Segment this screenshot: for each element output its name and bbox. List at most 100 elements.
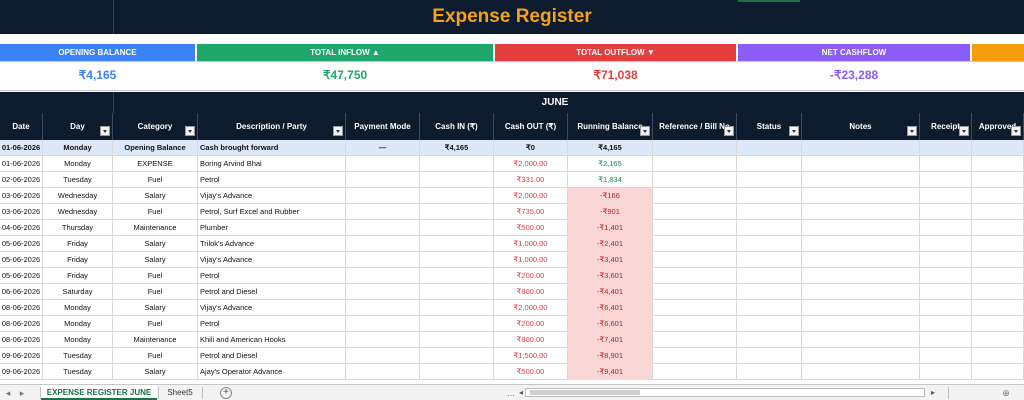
table-row[interactable]: 08-06-2026 Monday Maintenance Khili and Ame… bbox=[0, 332, 1024, 348]
table-cell[interactable]: Maintenance bbox=[113, 332, 198, 348]
column-header[interactable]: Reference / Bill No bbox=[653, 113, 737, 140]
table-row[interactable]: 05-06-2026 Friday Salary Trilok's Advance ₹1… bbox=[0, 236, 1024, 252]
table-cell[interactable]: -₹2,401 bbox=[568, 236, 653, 252]
table-row[interactable]: 09-06-2026 Tuesday Fuel Petrol and Diesel ₹1… bbox=[0, 348, 1024, 364]
table-cell[interactable] bbox=[420, 236, 494, 252]
table-cell[interactable] bbox=[420, 188, 494, 204]
table-cell[interactable] bbox=[920, 300, 972, 316]
table-cell[interactable]: — bbox=[346, 140, 420, 156]
table-cell[interactable]: Trilok's Advance bbox=[198, 236, 346, 252]
table-cell[interactable]: Ajay's Operator Advance bbox=[198, 364, 346, 380]
table-cell[interactable]: Tuesday bbox=[43, 348, 113, 364]
table-row[interactable]: 08-06-2026 Monday Salary Vijay's Advance ₹2,… bbox=[0, 300, 1024, 316]
table-cell[interactable]: Vijay's Advance bbox=[198, 188, 346, 204]
table-cell[interactable] bbox=[802, 284, 920, 300]
table-cell[interactable] bbox=[346, 172, 420, 188]
table-cell[interactable]: Petrol bbox=[198, 172, 346, 188]
table-cell[interactable] bbox=[802, 252, 920, 268]
table-cell[interactable] bbox=[972, 188, 1024, 204]
table-cell[interactable] bbox=[737, 348, 802, 364]
table-row[interactable]: 05-06-2026 Friday Fuel Petrol ₹200.00 -₹3,601 bbox=[0, 268, 1024, 284]
table-cell[interactable] bbox=[737, 140, 802, 156]
filter-dropdown-icon[interactable] bbox=[1011, 126, 1021, 136]
column-header[interactable]: Category bbox=[113, 113, 198, 140]
scroll-right-button[interactable]: ▸ bbox=[928, 387, 938, 398]
table-cell[interactable] bbox=[972, 284, 1024, 300]
table-cell[interactable]: Fuel bbox=[113, 348, 198, 364]
table-cell[interactable]: ₹735.00 bbox=[494, 204, 568, 220]
table-cell[interactable] bbox=[346, 188, 420, 204]
table-row[interactable]: 05-06-2026 Friday Salary Vijay's Advance ₹1,… bbox=[0, 252, 1024, 268]
table-cell[interactable]: 05-06-2026 bbox=[0, 252, 43, 268]
table-cell[interactable]: Petrol bbox=[198, 268, 346, 284]
table-cell[interactable] bbox=[802, 268, 920, 284]
table-row[interactable]: 03-06-2026 Wednesday Salary Vijay's Advance… bbox=[0, 188, 1024, 204]
table-cell[interactable] bbox=[653, 300, 737, 316]
table-cell[interactable]: -₹1,401 bbox=[568, 220, 653, 236]
table-cell[interactable]: Fuel bbox=[113, 284, 198, 300]
table-cell[interactable] bbox=[346, 236, 420, 252]
table-cell[interactable]: Petrol, Surf Excel and Rubber bbox=[198, 204, 346, 220]
table-cell[interactable] bbox=[653, 284, 737, 300]
table-cell[interactable] bbox=[972, 316, 1024, 332]
column-header[interactable]: Notes bbox=[802, 113, 920, 140]
table-row[interactable]: 03-06-2026 Wednesday Fuel Petrol, Surf Exce… bbox=[0, 204, 1024, 220]
table-cell[interactable] bbox=[802, 236, 920, 252]
table-cell[interactable] bbox=[420, 220, 494, 236]
table-cell[interactable]: Petrol and Diesel bbox=[198, 284, 346, 300]
table-cell[interactable]: -₹901 bbox=[568, 204, 653, 220]
table-cell[interactable]: Wednesday bbox=[43, 204, 113, 220]
table-cell[interactable] bbox=[420, 316, 494, 332]
horizontal-scrollbar[interactable] bbox=[525, 388, 925, 397]
table-cell[interactable] bbox=[802, 156, 920, 172]
table-cell[interactable]: 09-06-2026 bbox=[0, 348, 43, 364]
table-cell[interactable]: Tuesday bbox=[43, 172, 113, 188]
table-cell[interactable] bbox=[653, 220, 737, 236]
table-cell[interactable] bbox=[737, 284, 802, 300]
table-cell[interactable]: -₹6,601 bbox=[568, 316, 653, 332]
table-cell[interactable] bbox=[420, 252, 494, 268]
table-cell[interactable] bbox=[420, 348, 494, 364]
table-cell[interactable]: Maintenance bbox=[113, 220, 198, 236]
add-sheet-button[interactable]: + bbox=[220, 387, 232, 399]
filter-dropdown-icon[interactable] bbox=[333, 126, 343, 136]
table-cell[interactable] bbox=[972, 268, 1024, 284]
table-cell[interactable]: Wednesday bbox=[43, 188, 113, 204]
table-cell[interactable]: Cash brought forward bbox=[198, 140, 346, 156]
table-row[interactable]: 06-06-2026 Saturday Fuel Petrol and Diesel ₹… bbox=[0, 284, 1024, 300]
table-cell[interactable]: -₹9,401 bbox=[568, 364, 653, 380]
table-cell[interactable] bbox=[737, 220, 802, 236]
table-cell[interactable]: ₹0 bbox=[494, 140, 568, 156]
table-cell[interactable] bbox=[920, 188, 972, 204]
table-cell[interactable] bbox=[737, 188, 802, 204]
table-cell[interactable] bbox=[920, 156, 972, 172]
table-cell[interactable]: Monday bbox=[43, 156, 113, 172]
table-cell[interactable] bbox=[972, 156, 1024, 172]
table-cell[interactable]: ₹1,834 bbox=[568, 172, 653, 188]
table-cell[interactable]: EXPENSE bbox=[113, 156, 198, 172]
table-cell[interactable] bbox=[346, 316, 420, 332]
table-cell[interactable]: 04-06-2026 bbox=[0, 220, 43, 236]
table-cell[interactable]: 05-06-2026 bbox=[0, 236, 43, 252]
table-cell[interactable] bbox=[420, 284, 494, 300]
table-row[interactable]: 01-06-2026 Monday EXPENSE Boring Arvind Bha… bbox=[0, 156, 1024, 172]
table-cell[interactable] bbox=[802, 188, 920, 204]
table-cell[interactable] bbox=[737, 156, 802, 172]
table-cell[interactable]: Monday bbox=[43, 300, 113, 316]
table-cell[interactable] bbox=[972, 252, 1024, 268]
table-cell[interactable] bbox=[420, 156, 494, 172]
tab-sheet5[interactable]: Sheet5 bbox=[160, 385, 200, 400]
table-cell[interactable] bbox=[737, 364, 802, 380]
table-cell[interactable]: ₹500.00 bbox=[494, 220, 568, 236]
table-cell[interactable]: Boring Arvind Bhai bbox=[198, 156, 346, 172]
table-cell[interactable] bbox=[920, 236, 972, 252]
table-cell[interactable]: 03-06-2026 bbox=[0, 188, 43, 204]
table-cell[interactable] bbox=[737, 316, 802, 332]
table-cell[interactable] bbox=[346, 156, 420, 172]
table-row[interactable]: 04-06-2026 Thursday Maintenance Plumber ₹500… bbox=[0, 220, 1024, 236]
table-cell[interactable] bbox=[737, 204, 802, 220]
table-cell[interactable] bbox=[920, 204, 972, 220]
table-cell[interactable] bbox=[346, 364, 420, 380]
table-cell[interactable]: Khili and American Hooks bbox=[198, 332, 346, 348]
table-row[interactable]: 02-06-2026 Tuesday Fuel Petrol ₹331.00 ₹1,834 bbox=[0, 172, 1024, 188]
